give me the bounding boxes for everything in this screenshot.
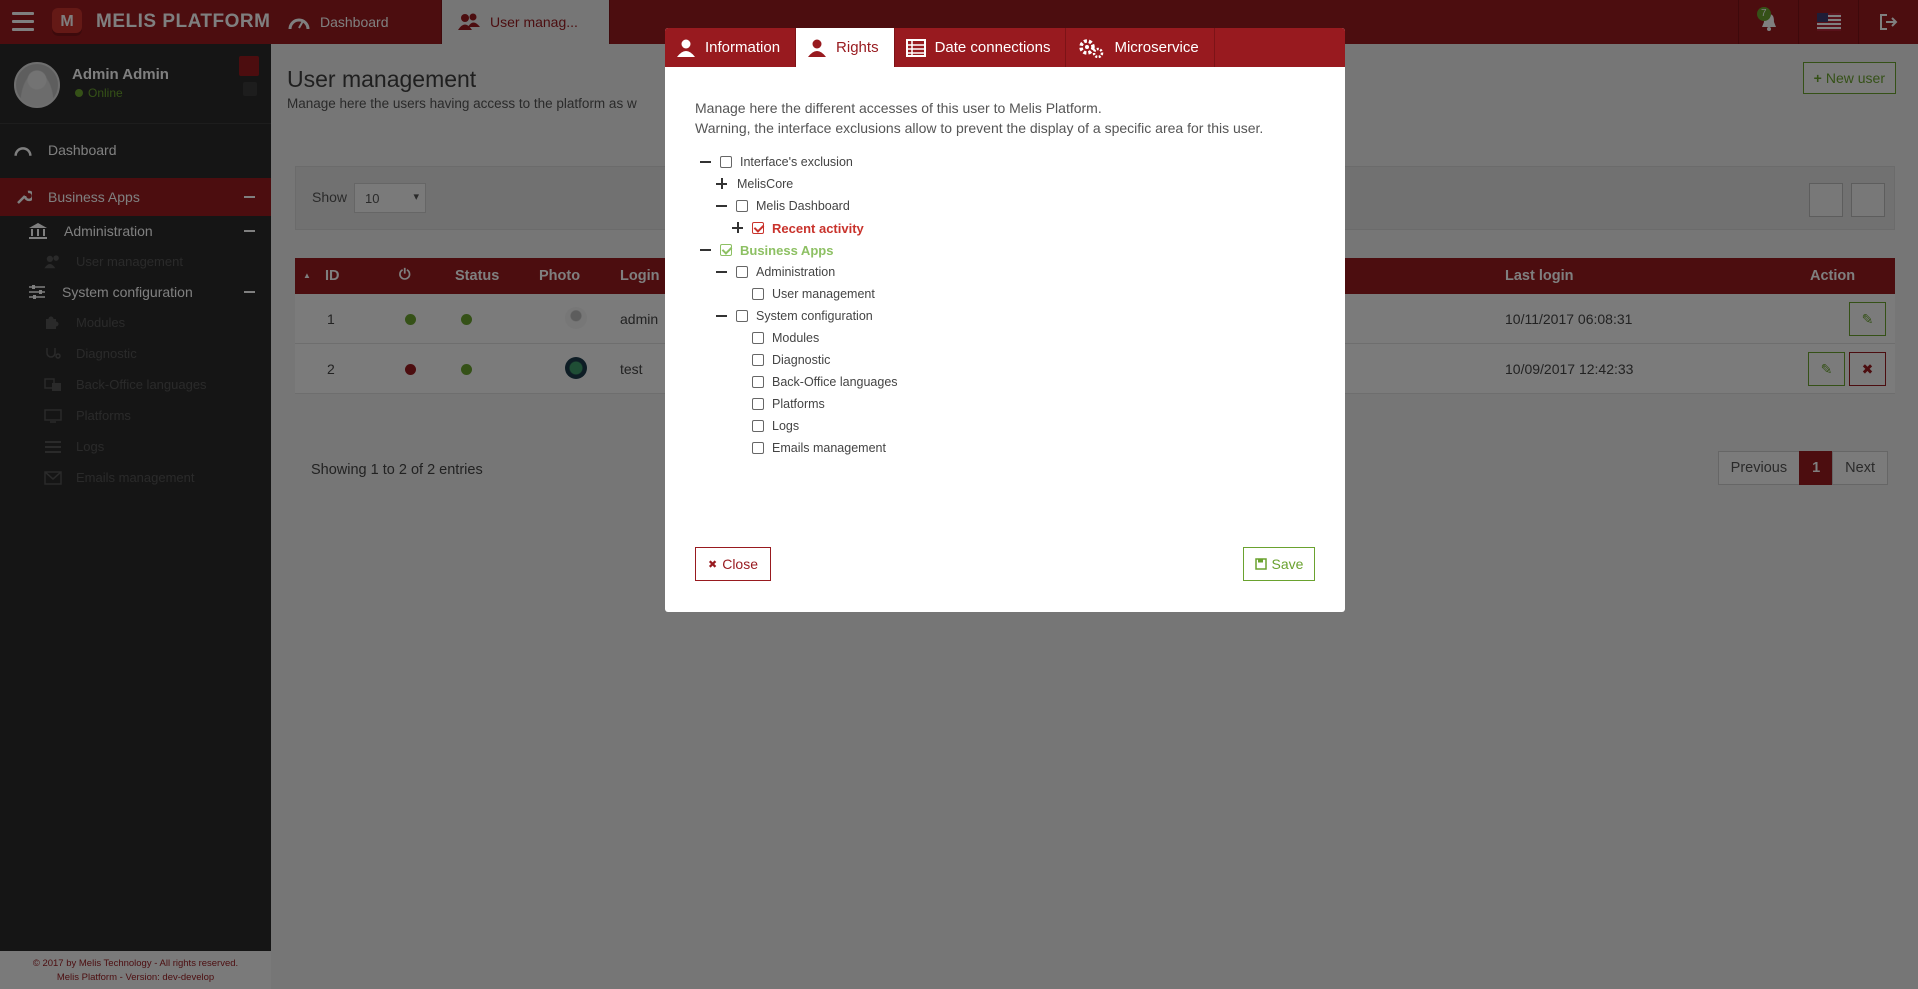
- collapse-toggle[interactable]: [699, 243, 712, 256]
- checkbox[interactable]: [752, 354, 764, 366]
- modal-tabs: Information Rights Date connections Micr…: [665, 28, 1345, 67]
- checkbox[interactable]: [752, 398, 764, 410]
- tree-label: Emails management: [772, 441, 886, 455]
- save-label: Save: [1271, 556, 1304, 572]
- tree-label: User management: [772, 287, 875, 301]
- tree-label: Recent activity: [772, 220, 864, 236]
- description-line-1: Manage here the different accesses of th…: [695, 100, 1102, 116]
- tab-rights-label: Rights: [836, 39, 879, 56]
- tab-microservice[interactable]: Microservice: [1066, 28, 1215, 67]
- save-button[interactable]: Save: [1243, 547, 1315, 581]
- tab-date-connections-label: Date connections: [934, 39, 1051, 56]
- tree-label: Diagnostic: [772, 353, 831, 367]
- checkbox[interactable]: [752, 332, 764, 344]
- tree-node-system-configuration[interactable]: System configuration: [736, 307, 873, 325]
- collapse-toggle[interactable]: [715, 309, 728, 322]
- modal-description: Manage here the different accesses of th…: [695, 98, 1263, 138]
- checkbox[interactable]: [736, 266, 748, 278]
- tree-node-diagnostic[interactable]: Diagnostic: [752, 351, 830, 369]
- checkbox[interactable]: [720, 156, 732, 168]
- checkbox[interactable]: [736, 310, 748, 322]
- close-button[interactable]: ✖ Close: [695, 547, 771, 581]
- table-icon: [905, 38, 926, 57]
- tree-label: Interface's exclusion: [740, 155, 853, 169]
- gears-icon: [1079, 38, 1104, 58]
- user-rights-modal: Information Rights Date connections Micr…: [665, 28, 1345, 612]
- checkbox[interactable]: [752, 288, 764, 300]
- checkbox[interactable]: [752, 376, 764, 388]
- tree-node-administration[interactable]: Administration: [736, 263, 835, 281]
- description-line-2: Warning, the interface exclusions allow …: [695, 120, 1264, 136]
- tree-node-interface-exclusion[interactable]: Interface's exclusion: [720, 153, 853, 171]
- tree-label: Platforms: [772, 397, 825, 411]
- expand-toggle[interactable]: [731, 221, 744, 234]
- tab-rights[interactable]: Rights: [796, 28, 895, 67]
- close-icon: ✖: [707, 558, 718, 571]
- checkbox[interactable]: [752, 420, 764, 432]
- tree-label: Back-Office languages: [772, 375, 898, 389]
- collapse-toggle[interactable]: [715, 199, 728, 212]
- tree-label: Administration: [756, 265, 836, 279]
- checkbox-checked[interactable]: [720, 244, 732, 256]
- user-icon: [808, 39, 827, 57]
- collapse-toggle[interactable]: [699, 155, 712, 168]
- tree-node-melis-dashboard[interactable]: Melis Dashboard: [736, 197, 850, 215]
- tree-label: Modules: [772, 331, 820, 345]
- tab-information-label: Information: [705, 39, 781, 56]
- tree-label: MelisCore: [737, 177, 794, 191]
- tree-label: Melis Dashboard: [756, 199, 850, 213]
- tree-node-logs[interactable]: Logs: [752, 417, 799, 435]
- tree-node-user-management[interactable]: User management: [752, 285, 875, 303]
- collapse-toggle[interactable]: [715, 265, 728, 278]
- checkbox[interactable]: [752, 442, 764, 454]
- save-icon: [1254, 558, 1267, 570]
- checkbox[interactable]: [736, 200, 748, 212]
- tab-information[interactable]: Information: [665, 28, 797, 67]
- tab-microservice-label: Microservice: [1114, 39, 1199, 56]
- tree-node-recent-activity[interactable]: Recent activity: [752, 219, 864, 237]
- tree-label: Business Apps: [740, 242, 834, 258]
- tab-date-connections[interactable]: Date connections: [895, 28, 1067, 67]
- tree-node-platforms[interactable]: Platforms: [752, 395, 825, 413]
- tree-label: System configuration: [756, 309, 873, 323]
- tree-node-modules[interactable]: Modules: [752, 329, 819, 347]
- tree-node-meliscore[interactable]: MelisCore: [737, 175, 793, 193]
- checkbox-checked[interactable]: [752, 222, 764, 234]
- tree-label: Logs: [772, 419, 800, 433]
- tree-node-backoffice-languages[interactable]: Back-Office languages: [752, 373, 898, 391]
- close-label: Close: [722, 556, 758, 572]
- tree-node-emails-management[interactable]: Emails management: [752, 439, 886, 457]
- user-icon: [677, 39, 695, 57]
- tree-node-business-apps[interactable]: Business Apps: [720, 241, 833, 259]
- expand-toggle[interactable]: [715, 177, 728, 190]
